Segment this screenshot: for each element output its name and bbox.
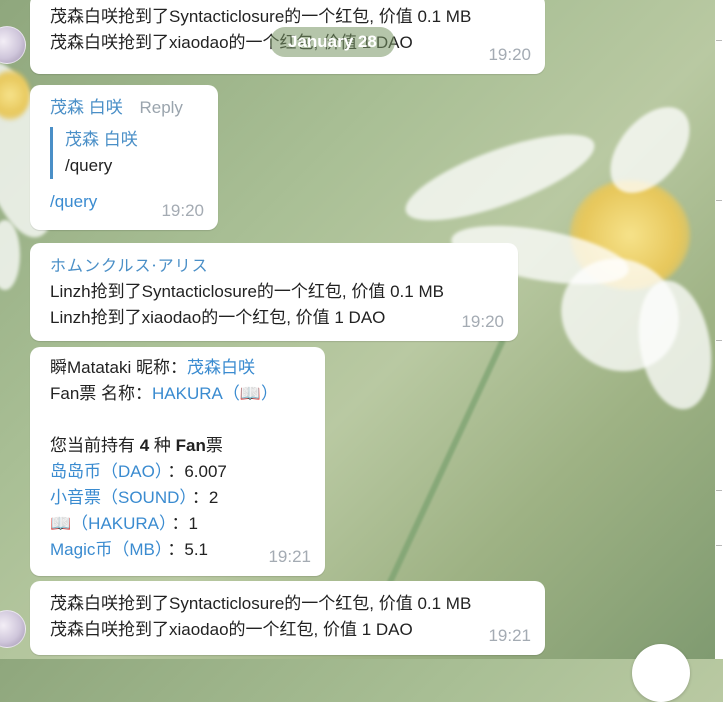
message-bubble: 茂森白咲抢到了Syntacticlosure的一个红包, 价值 0.1 MB 茂… — [30, 581, 545, 655]
message-time: 19:20 — [161, 201, 204, 220]
message-time: 19:21 — [488, 626, 531, 645]
fan-name-label: Fan票 名称： — [50, 384, 153, 403]
token-name: 📖（HAKURA） — [50, 514, 168, 533]
message-bubble: 茂森 白咲 Reply 茂森 白咲 /query /query 19:20 — [30, 85, 218, 230]
quote-text: /query — [65, 156, 113, 175]
wallpaper-stem — [373, 338, 506, 614]
reply-quote[interactable]: 茂森 白咲 /query — [50, 127, 218, 179]
token-value: 5.1 — [184, 540, 208, 559]
message-line: Linzh抢到了Syntacticlosure的一个红包, 价值 0.1 MB — [50, 282, 444, 301]
sender-name[interactable]: 茂森 白咲 — [50, 98, 123, 117]
reply-button[interactable]: Reply — [139, 98, 182, 117]
token-row: 📖（HAKURA） ：1 — [50, 514, 198, 533]
message-header: 茂森 白咲 Reply — [50, 95, 218, 121]
message-bubble: 瞬Matataki 昵称：茂森白咲 Fan票 名称：HAKURA（📖） 您当前持… — [30, 347, 325, 576]
token-name: 岛岛币（DAO） — [50, 462, 164, 481]
token-name: 小音票（SOUND） — [50, 488, 188, 507]
message-line: 茂森白咲抢到了Syntacticlosure的一个红包, 价值 0.1 MB — [50, 594, 472, 613]
message-time: 19:20 — [488, 45, 531, 64]
token-value: 1 — [188, 514, 198, 533]
sender-name[interactable]: ホムンクルス·アリス — [50, 253, 518, 279]
token-value: 2 — [208, 488, 219, 507]
quote-sender: 茂森 白咲 — [65, 130, 138, 149]
holding-count: 4 — [139, 436, 150, 455]
nickname-value: 茂森白咲 — [186, 358, 255, 377]
scroll-to-bottom-button[interactable] — [632, 644, 690, 702]
fan-name-value: HAKURA（📖） — [152, 384, 279, 403]
token-row: 岛岛币（DAO） ：6.007 — [50, 462, 227, 481]
nickname-label: 瞬Matataki 昵称： — [50, 358, 187, 377]
message-line: Linzh抢到了xiaodao的一个红包, 价值 1 DAO — [50, 308, 386, 327]
message-line: 茂森白咲抢到了xiaodao的一个红包, 价值 1 DAO — [50, 620, 413, 639]
token-name: Magic币（MB） — [50, 540, 164, 559]
token-row: 小音票（SOUND） ：2 — [50, 488, 219, 507]
message-time: 19:20 — [461, 312, 504, 331]
fan-name-line: Fan票 名称：HAKURA（📖） — [50, 381, 325, 407]
holding-summary: 您当前持有 4 种 Fan票 — [50, 436, 223, 455]
nickname-line: 瞬Matataki 昵称：茂森白咲 — [50, 355, 325, 381]
message-time: 19:21 — [268, 547, 311, 566]
wallpaper-petal — [0, 220, 20, 290]
date-pill: January 28 — [270, 27, 395, 57]
token-value: 6.007 — [184, 462, 227, 481]
window-right-edge — [715, 0, 723, 659]
message-bubble: ホムンクルス·アリス Linzh抢到了Syntacticlosure的一个红包,… — [30, 243, 518, 341]
